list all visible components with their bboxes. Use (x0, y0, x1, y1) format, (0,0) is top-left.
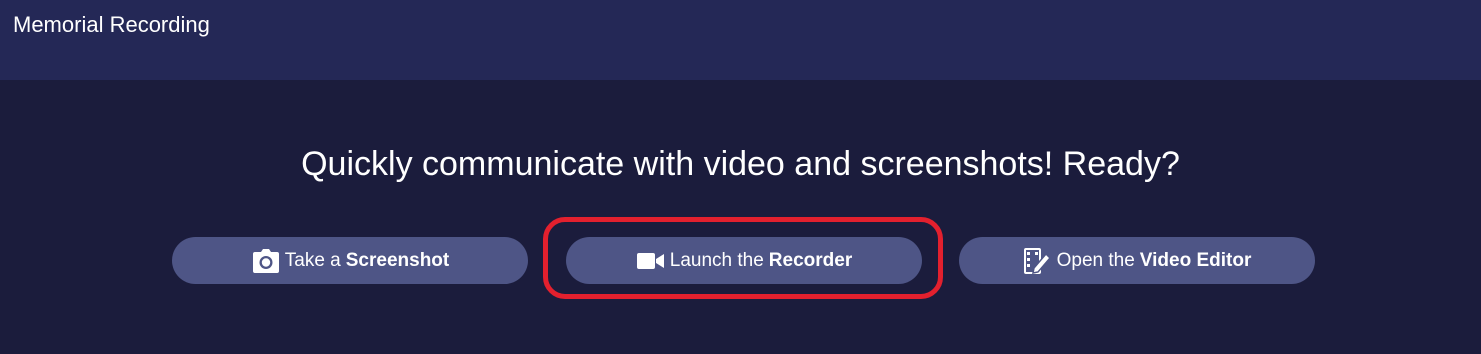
open-video-editor-button[interactable]: Open the Video Editor (959, 237, 1315, 284)
header-bar: Memorial Recording (0, 0, 1481, 80)
camera-icon (251, 247, 281, 275)
take-screenshot-label-prefix: Take a (284, 249, 341, 271)
video-editor-icon (1023, 247, 1053, 275)
take-screenshot-button[interactable]: Take a Screenshot (172, 237, 528, 284)
headline: Quickly communicate with video and scree… (301, 145, 1180, 183)
open-video-editor-label-prefix: Open the (1056, 249, 1135, 271)
launch-recorder-label-prefix: Launch the (669, 249, 764, 271)
take-screenshot-label-bold: Screenshot (345, 249, 450, 271)
main-panel: Quickly communicate with video and scree… (0, 80, 1481, 354)
app-title: Memorial Recording (13, 12, 210, 37)
open-video-editor-label-bold: Video Editor (1139, 249, 1252, 271)
launch-recorder-label-bold: Recorder (768, 249, 853, 271)
launch-recorder-button[interactable]: Launch the Recorder (566, 237, 922, 284)
video-camera-icon (636, 247, 666, 275)
